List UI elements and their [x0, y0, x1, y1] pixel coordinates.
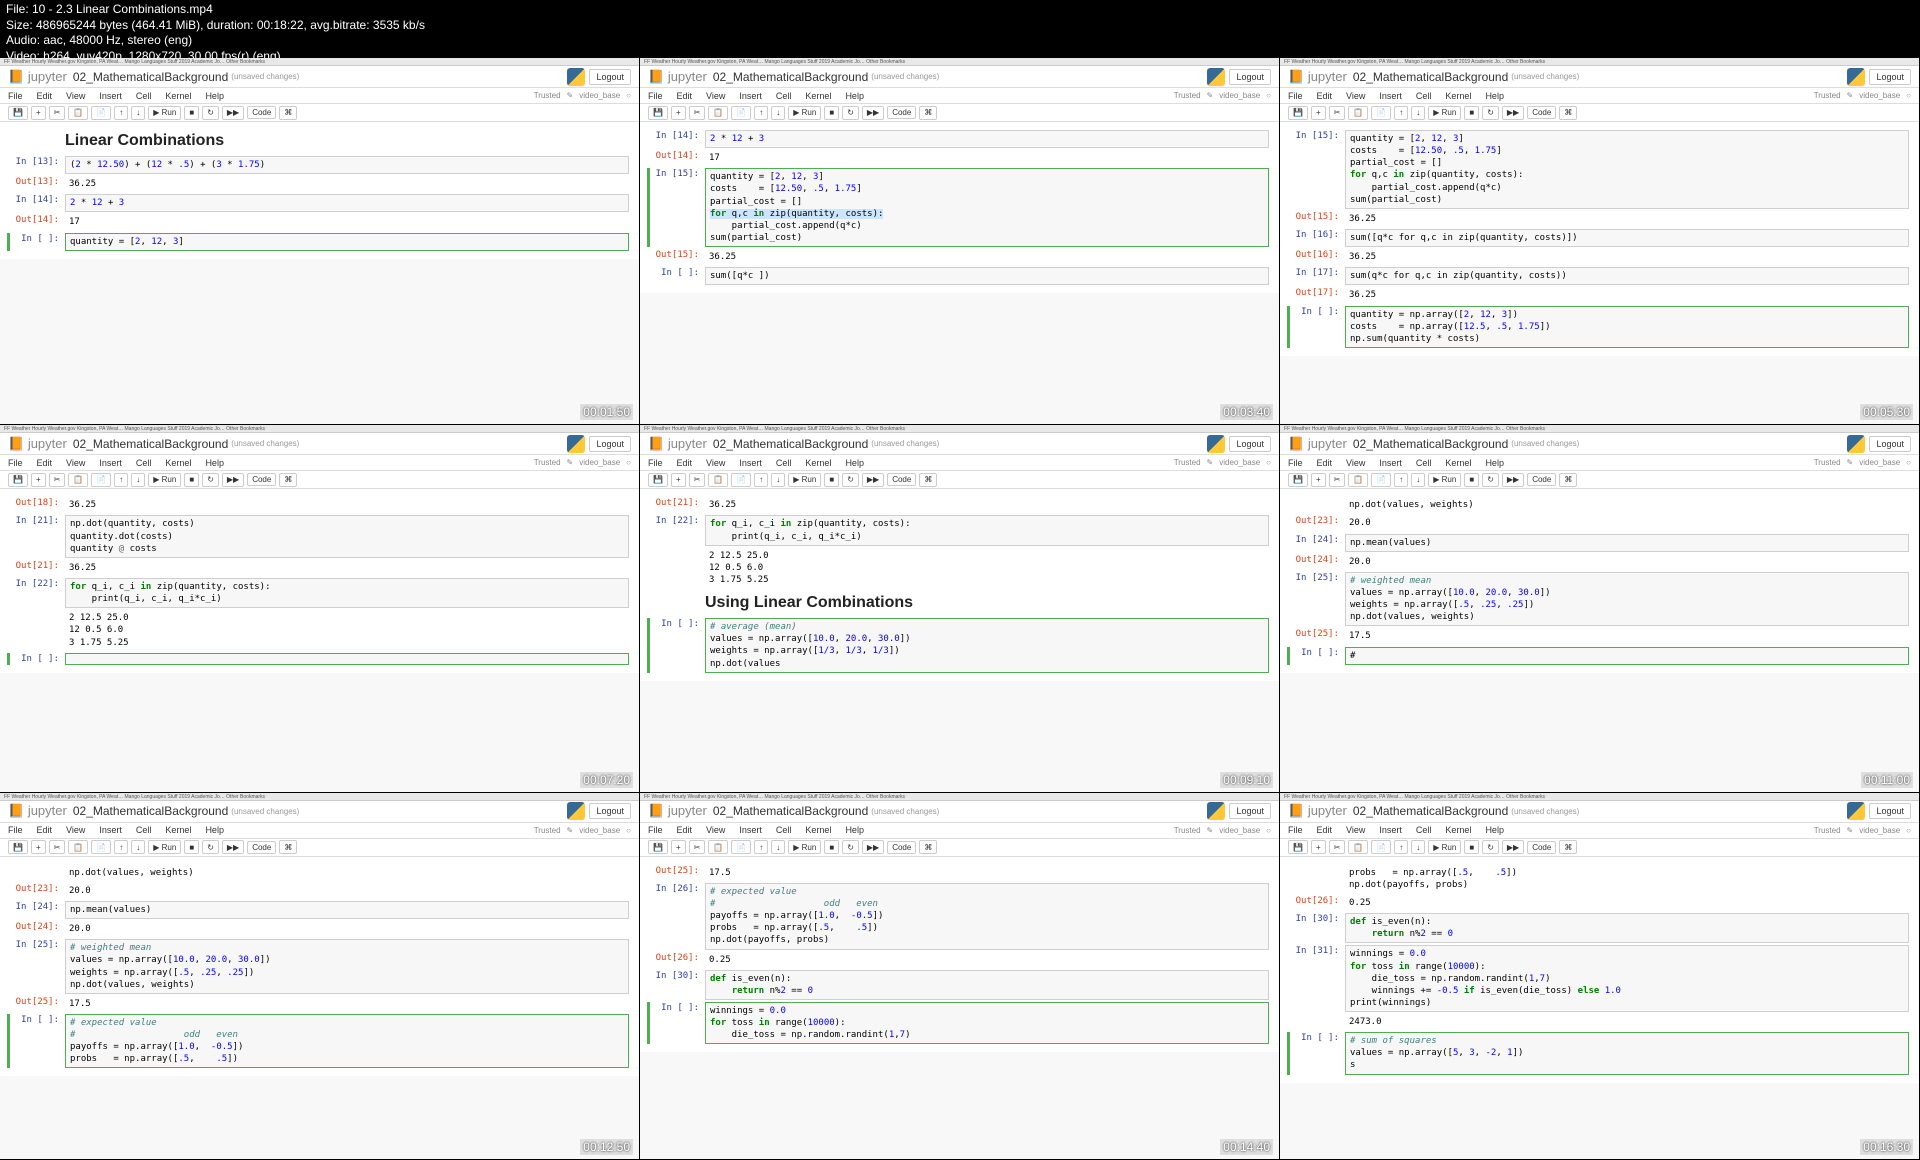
timestamp: 00:03:40 — [1220, 404, 1273, 420]
in-prompt: In [14]: — [10, 194, 65, 212]
jupyter-logo: 📙 jupyter — [8, 69, 67, 85]
edit-icon[interactable]: ✎ — [567, 91, 574, 100]
menu-edit[interactable]: Edit — [37, 91, 53, 101]
notebook-area: Linear Combinations In [13]:(2 * 12.50) … — [0, 122, 639, 259]
in-prompt: In [ ]: — [10, 233, 65, 251]
in-prompt: In [13]: — [10, 156, 65, 174]
timestamp: 00:09:10 — [1220, 772, 1273, 788]
menu-bar[interactable]: File Edit View Insert Cell Kernel Help T… — [0, 88, 639, 104]
heading-linear-combinations: Linear Combinations — [10, 128, 629, 154]
notebook-name[interactable]: 02_MathematicalBackground — [73, 70, 228, 84]
code-cell[interactable]: winnings = 0.0 for toss in range(10000):… — [705, 1002, 1269, 1044]
thumb-1: FF Weather Hourly Weather.gov Kingston, … — [0, 58, 640, 425]
code-cell[interactable] — [65, 653, 629, 665]
timestamp: 00:05:30 — [1860, 404, 1913, 420]
code-cell[interactable]: # — [1345, 647, 1909, 665]
thumb-3: FF Weather Hourly Weather.gov Kingston, … — [1280, 58, 1920, 425]
command-palette-button[interactable]: ⌘ — [279, 106, 297, 120]
output: 36.25 — [65, 176, 629, 192]
save-status: (unsaved changes) — [231, 72, 299, 81]
thumb-9: FF Weather Hourly Weather.gov Kingston, … — [1280, 793, 1920, 1160]
menu-insert[interactable]: Insert — [99, 91, 122, 101]
code-cell[interactable]: # expected value # odd even payoffs = np… — [65, 1014, 629, 1069]
out-prompt: Out[13]: — [10, 176, 65, 192]
code-cell[interactable]: # sum of squares values = np.array([5, 3… — [1345, 1032, 1909, 1074]
timestamp: 00:01:50 — [580, 404, 633, 420]
cell-type-select[interactable]: Code — [247, 106, 276, 119]
thumb-7: FF Weather Hourly Weather.gov Kingston, … — [0, 793, 640, 1160]
down-button[interactable]: ↓ — [131, 106, 145, 120]
thumb-2: FF Weather Hourly Weather.gov Kingston, … — [640, 58, 1280, 425]
restart-run-button[interactable]: ▶▶ — [222, 106, 244, 120]
thumb-5: FF Weather Hourly Weather.gov Kingston, … — [640, 425, 1280, 792]
jupyter-header: 📙 jupyter 02_MathematicalBackground (uns… — [0, 66, 639, 88]
heading-using-lc: Using Linear Combinations — [650, 590, 1269, 616]
code-cell[interactable]: quantity = [2, 12, 3] — [65, 233, 629, 251]
up-button[interactable]: ↑ — [114, 106, 128, 120]
cut-button[interactable]: ✂ — [49, 106, 66, 120]
run-button[interactable]: ▶ Run — [148, 106, 181, 120]
code-cell[interactable]: 2 * 12 + 3 — [65, 194, 629, 212]
menu-file[interactable]: File — [8, 91, 23, 101]
timestamp: 00:07:20 — [580, 772, 633, 788]
meta-size: Size: 486965244 bytes (464.41 MiB), dura… — [6, 18, 1914, 34]
code-cell[interactable]: sum([q*c ]) — [705, 267, 1269, 285]
restart-button[interactable]: ↻ — [202, 106, 219, 120]
bookmark-bar: FF Weather Hourly Weather.gov Kingston, … — [0, 58, 639, 66]
thumb-6: FF Weather Hourly Weather.gov Kingston, … — [1280, 425, 1920, 792]
stop-button[interactable]: ■ — [184, 106, 199, 120]
meta-file: File: 10 - 2.3 Linear Combinations.mp4 — [6, 2, 1914, 18]
output: 17 — [65, 214, 629, 230]
add-cell-button[interactable]: + — [31, 106, 46, 120]
timestamp: 00:16:30 — [1860, 1139, 1913, 1155]
bookmark-bar: FF Weather Hourly Weather.gov Kingston, … — [640, 58, 1279, 66]
python-icon — [567, 68, 585, 86]
logout-button[interactable]: Logout — [589, 69, 631, 85]
code-cell[interactable]: quantity = np.array([2, 12, 3]) costs = … — [1345, 306, 1909, 348]
menu-cell[interactable]: Cell — [136, 91, 152, 101]
thumb-4: FF Weather Hourly Weather.gov Kingston, … — [0, 425, 640, 792]
paste-button[interactable]: 📄 — [91, 106, 111, 120]
copy-button[interactable]: 📋 — [68, 106, 88, 120]
code-cell[interactable]: # average (mean) values = np.array([10.0… — [705, 618, 1269, 673]
menu-kernel[interactable]: Kernel — [165, 91, 191, 101]
kernel-name[interactable]: video_base — [579, 91, 620, 100]
menu-help[interactable]: Help — [205, 91, 224, 101]
timestamp: 00:14:40 — [1220, 1139, 1273, 1155]
out-prompt: Out[14]: — [10, 214, 65, 230]
thumb-8: FF Weather Hourly Weather.gov Kingston, … — [640, 793, 1280, 1160]
thumbnail-grid: FF Weather Hourly Weather.gov Kingston, … — [0, 58, 1920, 1160]
meta-audio: Audio: aac, 48000 Hz, stereo (eng) — [6, 33, 1914, 49]
trusted-label: Trusted — [534, 91, 561, 100]
code-cell[interactable]: quantity = [2, 12, 3] costs = [12.50, .5… — [705, 168, 1269, 247]
toolbar: 💾 + ✂ 📋 📄 ↑ ↓ ▶ Run ■ ↻ ▶▶ Code ⌘ — [0, 104, 639, 122]
save-button[interactable]: 💾 — [8, 106, 28, 120]
timestamp: 00:12:50 — [580, 1139, 633, 1155]
kernel-status-icon: ○ — [626, 91, 631, 100]
menu-view[interactable]: View — [66, 91, 85, 101]
timestamp: 00:11:00 — [1861, 772, 1913, 788]
code-cell[interactable]: (2 * 12.50) + (12 * .5) + (3 * 1.75) — [65, 156, 629, 174]
